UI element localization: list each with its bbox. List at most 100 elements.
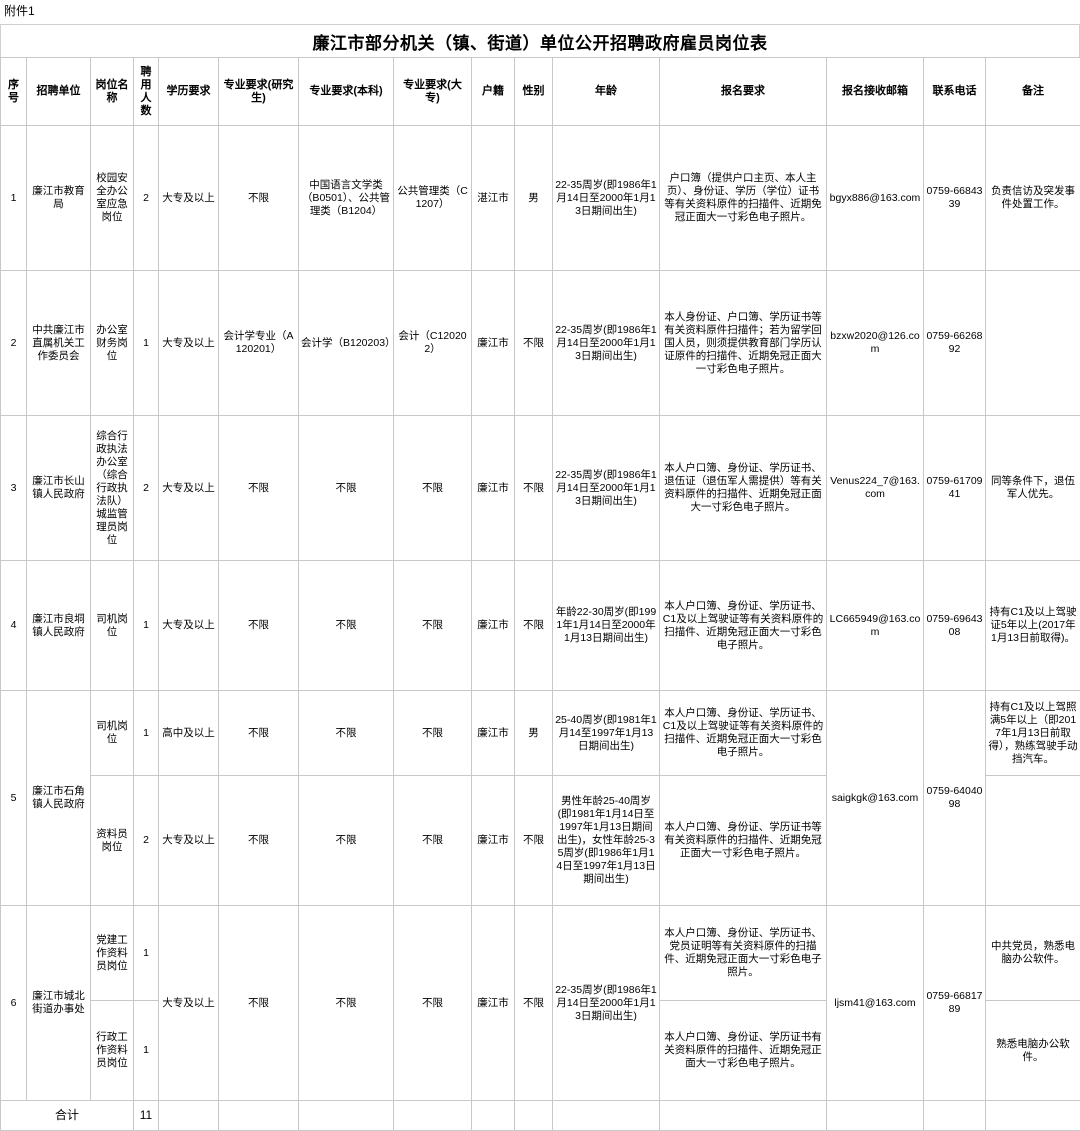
cell-age: 22-35周岁(即1986年1月14日至2000年1月13日期间出生)	[553, 416, 660, 561]
total-blank-major-assoc	[394, 1101, 472, 1131]
cell-major-assoc: 不限	[394, 906, 472, 1101]
cell-sex: 男	[515, 126, 553, 271]
col-header-sex: 性别	[515, 58, 553, 126]
cell-major-bach: 中国语言文学类（B0501）、公共管理类（B1204）	[299, 126, 394, 271]
cell-edu: 大专及以上	[159, 906, 219, 1101]
cell-huji: 廉江市	[472, 691, 515, 776]
cell-major-grad: 不限	[219, 561, 299, 691]
col-header-num: 聘用人数	[134, 58, 159, 126]
cell-num: 2	[134, 416, 159, 561]
cell-post: 校园安全办公室应急岗位	[91, 126, 134, 271]
cell-tel: 0759-6964308	[924, 561, 986, 691]
col-header-mail: 报名接收邮箱	[827, 58, 924, 126]
total-blank-major-grad	[219, 1101, 299, 1131]
cell-idx: 3	[1, 416, 27, 561]
cell-note: 持有C1及以上驾照满5年以上（即2017年1月13日前取得），熟练驾驶手动挡汽车…	[986, 691, 1080, 776]
col-header-edu: 学历要求	[159, 58, 219, 126]
col-header-age: 年龄	[553, 58, 660, 126]
cell-post: 司机岗位	[91, 561, 134, 691]
cell-huji: 廉江市	[472, 271, 515, 416]
cell-mail: LC665949@163.com	[827, 561, 924, 691]
cell-sex: 不限	[515, 906, 553, 1101]
cell-major-bach: 会计学（B120203）	[299, 271, 394, 416]
total-blank-req	[660, 1101, 827, 1131]
cell-unit: 中共廉江市直属机关工作委员会	[27, 271, 91, 416]
cell-idx: 1	[1, 126, 27, 271]
cell-mail: Venus224_7@163.com	[827, 416, 924, 561]
total-blank-major-bach	[299, 1101, 394, 1131]
cell-major-assoc: 会计（C120202）	[394, 271, 472, 416]
cell-major-assoc: 不限	[394, 691, 472, 776]
col-header-major-assoc: 专业要求(大专)	[394, 58, 472, 126]
page-title: 廉江市部分机关（镇、街道）单位公开招聘政府雇员岗位表	[313, 29, 768, 54]
cell-edu: 高中及以上	[159, 691, 219, 776]
cell-num: 1	[134, 691, 159, 776]
total-blank-sex	[515, 1101, 553, 1131]
cell-mail: ljsm41@163.com	[827, 906, 924, 1101]
cell-sex: 不限	[515, 271, 553, 416]
cell-req: 本人户口簿、身份证、学历证书有关资料原件的扫描件、近期免冠正面大一寸彩色电子照片…	[660, 1001, 827, 1101]
cell-num: 2	[134, 126, 159, 271]
cell-req: 户口簿（提供户口主页、本人主页）、身份证、学历（学位）证书等有关资料原件的扫描件…	[660, 126, 827, 271]
cell-major-bach: 不限	[299, 776, 394, 906]
cell-age: 22-35周岁(即1986年1月14日至2000年1月13日期间出生)	[553, 906, 660, 1101]
page-root: 附件1 廉江市部分机关（镇、街道）单位公开招聘政府雇员岗位表 序号 招聘单位 岗…	[0, 0, 1080, 1131]
cell-tel: 0759-6684339	[924, 126, 986, 271]
cell-tel: 0759-6626892	[924, 271, 986, 416]
cell-unit: 廉江市石角镇人民政府	[27, 691, 91, 906]
table-row: 2 中共廉江市直属机关工作委员会 办公室财务岗位 1 大专及以上 会计学专业（A…	[1, 271, 1080, 416]
cell-major-assoc: 不限	[394, 416, 472, 561]
cell-age: 22-35周岁(即1986年1月14日至2000年1月13日期间出生)	[553, 126, 660, 271]
cell-sex: 不限	[515, 561, 553, 691]
cell-req: 本人户口簿、身份证、学历证书、C1及以上驾驶证等有关资料原件的扫描件、近期免冠正…	[660, 561, 827, 691]
cell-note	[986, 776, 1080, 906]
total-blank-huji	[472, 1101, 515, 1131]
table-row: 5 廉江市石角镇人民政府 司机岗位 1 高中及以上 不限 不限 不限 廉江市 男…	[1, 691, 1080, 776]
cell-post: 办公室财务岗位	[91, 271, 134, 416]
cell-major-bach: 不限	[299, 906, 394, 1101]
cell-num: 1	[134, 1001, 159, 1101]
cell-major-assoc: 不限	[394, 776, 472, 906]
cell-age: 男性年龄25-40周岁(即1981年1月14日至1997年1月13日期间出生)，…	[553, 776, 660, 906]
cell-sex: 不限	[515, 776, 553, 906]
attachment-label: 附件1	[0, 0, 1080, 24]
cell-edu: 大专及以上	[159, 126, 219, 271]
cell-req: 本人户口簿、身份证、学历证书、C1及以上驾驶证等有关资料原件的扫描件、近期免冠正…	[660, 691, 827, 776]
cell-huji: 廉江市	[472, 906, 515, 1101]
cell-idx: 4	[1, 561, 27, 691]
total-blank-mail	[827, 1101, 924, 1131]
cell-req: 本人户口簿、身份证、学历证书、退伍证（退伍军人需提供）等有关资料原件的扫描件、近…	[660, 416, 827, 561]
cell-num: 1	[134, 271, 159, 416]
cell-sex: 男	[515, 691, 553, 776]
cell-huji: 廉江市	[472, 416, 515, 561]
cell-tel: 0759-6681789	[924, 906, 986, 1101]
cell-age: 25-40周岁(即1981年1月14至1997年1月13日期间出生)	[553, 691, 660, 776]
cell-tel: 0759-6170941	[924, 416, 986, 561]
cell-num: 1	[134, 561, 159, 691]
cell-post: 行政工作资料员岗位	[91, 1001, 134, 1101]
cell-idx: 2	[1, 271, 27, 416]
total-label: 合计	[1, 1101, 134, 1131]
cell-age: 年龄22-30周岁(即1991年1月14日至2000年1月13日期间出生)	[553, 561, 660, 691]
table-row: 3 廉江市长山镇人民政府 综合行政执法办公室（综合行政执法队）城监管理员岗位 2…	[1, 416, 1080, 561]
col-header-note: 备注	[986, 58, 1080, 126]
col-header-major-grad: 专业要求(研究生)	[219, 58, 299, 126]
cell-note: 负责信访及突发事件处置工作。	[986, 126, 1080, 271]
table-row: 1 廉江市教育局 校园安全办公室应急岗位 2 大专及以上 不限 中国语言文学类（…	[1, 126, 1080, 271]
cell-mail: bzxw2020@126.com	[827, 271, 924, 416]
cell-num: 2	[134, 776, 159, 906]
col-header-idx: 序号	[1, 58, 27, 126]
total-blank-tel	[924, 1101, 986, 1131]
cell-note: 熟悉电脑办公软件。	[986, 1001, 1080, 1101]
recruitment-table: 序号 招聘单位 岗位名称 聘用人数 学历要求 专业要求(研究生) 专业要求(本科…	[0, 57, 1080, 1131]
table-header-row: 序号 招聘单位 岗位名称 聘用人数 学历要求 专业要求(研究生) 专业要求(本科…	[1, 58, 1080, 126]
col-header-tel: 联系电话	[924, 58, 986, 126]
cell-edu: 大专及以上	[159, 271, 219, 416]
cell-note: 同等条件下，退伍军人优先。	[986, 416, 1080, 561]
total-blank-age	[553, 1101, 660, 1131]
cell-major-grad: 不限	[219, 776, 299, 906]
cell-post: 党建工作资料员岗位	[91, 906, 134, 1001]
cell-req: 本人身份证、户口簿、学历证书等有关资料原件扫描件；若为留学回国人员，则须提供教育…	[660, 271, 827, 416]
cell-major-grad: 会计学专业（A120201）	[219, 271, 299, 416]
cell-major-grad: 不限	[219, 691, 299, 776]
